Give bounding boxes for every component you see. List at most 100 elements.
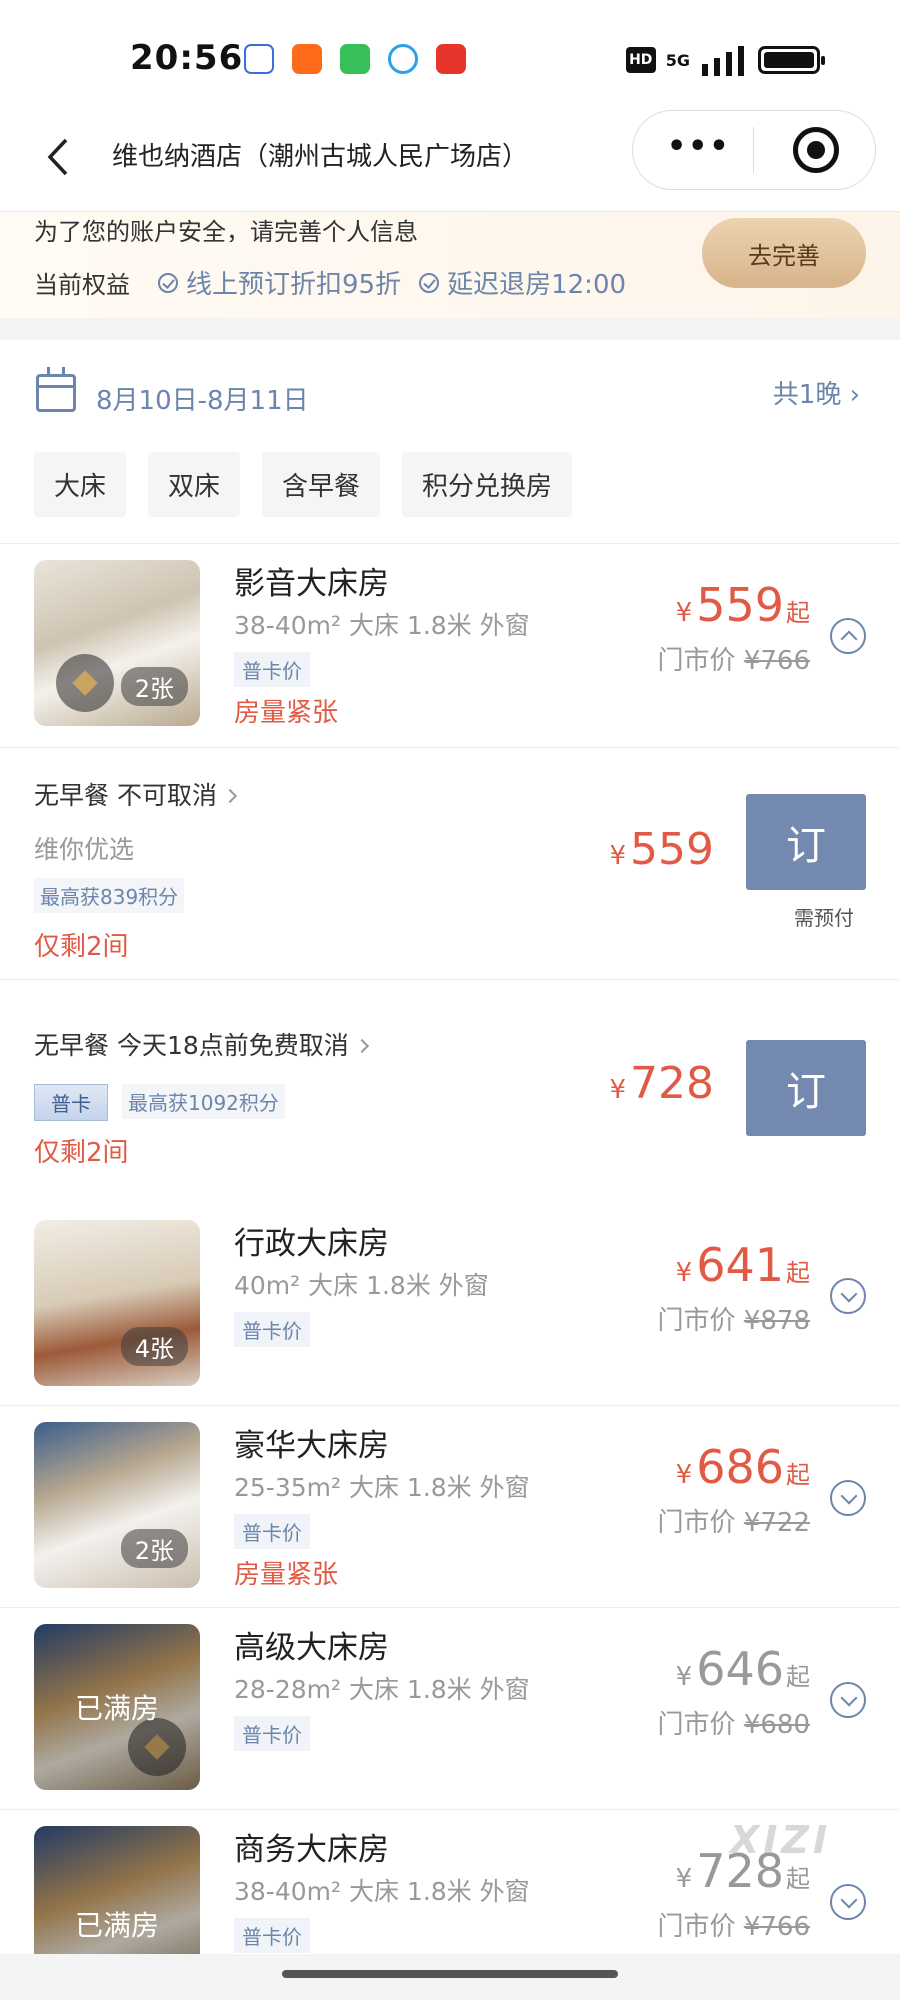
member-price-tag: 普卡价 — [234, 652, 310, 687]
room-spec: 25-35m² 大床 1.8米 外窗 — [234, 1473, 530, 1502]
plan-title[interactable]: 无早餐 不可取消 — [34, 776, 238, 812]
photo-count: 2张 — [120, 667, 188, 706]
prepay-note: 需预付 — [794, 906, 854, 930]
account-security-message: 为了您的账户安全，请完善个人信息 — [34, 218, 418, 242]
check-icon — [419, 272, 440, 293]
rack-rate: 门市价 ¥766 — [657, 646, 810, 676]
toutiao-app-icon — [436, 44, 466, 74]
stay-dates[interactable]: 8月10日-8月11日 — [96, 380, 309, 417]
section-gap — [0, 318, 900, 340]
member-banner: 为了您的账户安全，请完善个人信息 当前权益 线上预订折扣95折 延迟退房12:0… — [0, 212, 900, 318]
room-spec: 28-28m² 大床 1.8米 外窗 — [234, 1675, 530, 1704]
card-badge: 普卡 — [34, 1084, 108, 1121]
benefit-late-checkout: 延迟退房12:00 — [419, 264, 626, 301]
member-price-tag: 普卡价 — [234, 1514, 310, 1549]
room-photo[interactable]: 已满房 — [34, 1624, 200, 1790]
points-earn: 最高获1092积分 — [122, 1084, 285, 1119]
nav-bar: 维也纳酒店（潮州古城人民广场店） ••• — [0, 110, 900, 212]
availability-warning: 房量紧张 — [234, 698, 339, 728]
filter-king-bed[interactable]: 大床 — [34, 452, 127, 517]
member-price-tag: 普卡价 — [234, 1312, 310, 1347]
rack-rate: 门市价 ¥766 — [657, 1912, 810, 1942]
room-price: ¥646 起 — [675, 1642, 810, 1696]
battery-icon — [758, 46, 825, 74]
clock: 20:56 — [130, 38, 244, 78]
sold-out-overlay: 已满房 — [34, 1624, 200, 1790]
room-name: 高级大床房 — [234, 1630, 389, 1666]
rack-rate: 门市价 ¥680 — [657, 1710, 810, 1740]
room-name: 豪华大床房 — [234, 1428, 389, 1464]
member-price-tag: 普卡价 — [234, 1716, 310, 1751]
hd-icon: HD — [625, 47, 656, 73]
baidu-app-icon — [244, 44, 274, 74]
back-icon[interactable] — [38, 132, 78, 182]
plan-price: ¥559 — [609, 824, 714, 875]
book-button[interactable]: 订 — [746, 794, 866, 890]
room-row[interactable]: 2张 影音大床房 38-40m² 大床 1.8米 外窗 普卡价 房量紧张 ¥55… — [0, 544, 900, 748]
browser-app-icon — [388, 44, 418, 74]
points-earn: 最高获839积分 — [34, 878, 185, 913]
member-price-tag: 普卡价 — [234, 1918, 310, 1953]
kuaishou-app-icon — [292, 44, 322, 74]
chevron-right-icon: › — [849, 380, 860, 410]
room-spec: 38-40m² 大床 1.8米 外窗 — [234, 611, 530, 640]
signal-icon: 5G — [665, 50, 690, 70]
capsule-divider — [753, 127, 754, 173]
nights-count[interactable]: 共1晚 › — [773, 374, 860, 411]
date-filter-section: 8月10日-8月11日 共1晚 › 大床 双床 含早餐 积分兑换房 — [0, 340, 900, 544]
filter-twin-bed[interactable]: 双床 — [148, 452, 241, 517]
room-photo[interactable]: 2张 — [34, 1422, 200, 1588]
room-row[interactable]: 已满房 高级大床房 28-28m² 大床 1.8米 外窗 普卡价 ¥646 起 门… — [0, 1608, 900, 1810]
room-photo[interactable]: 2张 — [34, 560, 200, 726]
room-spec: 38-40m² 大床 1.8米 外窗 — [234, 1877, 530, 1906]
status-bar: 20:56 HD 5G — [0, 0, 900, 110]
rate-plan: 无早餐 今天18点前免费取消 普卡 最高获1092积分 仅剩2间 ¥728 订 — [0, 1022, 900, 1192]
rooms-left: 仅剩2间 — [34, 932, 129, 962]
benefit-row: 当前权益 线上预订折扣95折 延迟退房12:00 — [34, 264, 644, 301]
plan-channel: 维你优选 — [34, 835, 135, 864]
expand-icon[interactable] — [830, 1278, 866, 1314]
room-price: ¥686 起 — [675, 1440, 810, 1494]
room-price: ¥559 起 — [675, 578, 810, 632]
expand-icon[interactable] — [830, 1884, 866, 1920]
rate-plan: 无早餐 不可取消 维你优选 最高获839积分 仅剩2间 ¥559 订 需预付 — [0, 770, 900, 980]
expand-icon[interactable] — [830, 1682, 866, 1718]
filter-points-room[interactable]: 积分兑换房 — [402, 452, 573, 517]
room-spec: 40m² 大床 1.8米 外窗 — [234, 1271, 489, 1300]
more-icon[interactable]: ••• — [667, 129, 731, 164]
filter-breakfast[interactable]: 含早餐 — [262, 452, 381, 517]
plan-title[interactable]: 无早餐 今天18点前免费取消 — [34, 1026, 369, 1062]
plan-price: ¥728 — [609, 1058, 714, 1109]
benefit-label: 当前权益 — [34, 271, 130, 299]
close-target-icon[interactable] — [793, 127, 839, 173]
room-filters: 大床 双床 含早餐 积分兑换房 — [34, 452, 573, 517]
cell-bars-icon — [702, 46, 744, 76]
collapse-icon[interactable] — [830, 618, 866, 654]
wechat-mini-app-icon — [340, 44, 370, 74]
mini-program-capsule: ••• — [632, 110, 876, 190]
chevron-right-icon — [222, 788, 238, 804]
complete-profile-button[interactable]: 去完善 — [702, 218, 866, 288]
photo-count: 4张 — [120, 1327, 188, 1366]
book-button[interactable]: 订 — [746, 1040, 866, 1136]
expand-icon[interactable] — [830, 1480, 866, 1516]
room-photo[interactable]: 4张 — [34, 1220, 200, 1386]
rooms-left: 仅剩2间 — [34, 1138, 129, 1168]
room-name: 商务大床房 — [234, 1832, 389, 1868]
availability-warning: 房量紧张 — [234, 1560, 339, 1590]
benefit-discount: 线上预订折扣95折 — [158, 264, 401, 301]
room-name: 影音大床房 — [234, 566, 389, 602]
room-photo[interactable]: 已满房 — [34, 1826, 200, 1954]
watermark: XIZI — [730, 1818, 832, 1862]
room-name: 行政大床房 — [234, 1226, 389, 1262]
check-icon — [158, 272, 178, 293]
photo-count: 2张 — [120, 1529, 188, 1568]
room-price: ¥641 起 — [675, 1238, 810, 1292]
room-row[interactable]: 2张 豪华大床房 25-35m² 大床 1.8米 外窗 普卡价 房量紧张 ¥68… — [0, 1406, 900, 1608]
home-indicator[interactable] — [282, 1970, 618, 1978]
room-row[interactable]: 4张 行政大床房 40m² 大床 1.8米 外窗 普卡价 ¥641 起 门市价 ¥… — [0, 1204, 900, 1406]
sold-out-overlay: 已满房 — [34, 1826, 200, 1954]
rack-rate: 门市价 ¥722 — [657, 1508, 810, 1538]
chevron-right-icon — [354, 1038, 369, 1054]
rack-rate: 门市价 ¥878 — [657, 1306, 810, 1336]
